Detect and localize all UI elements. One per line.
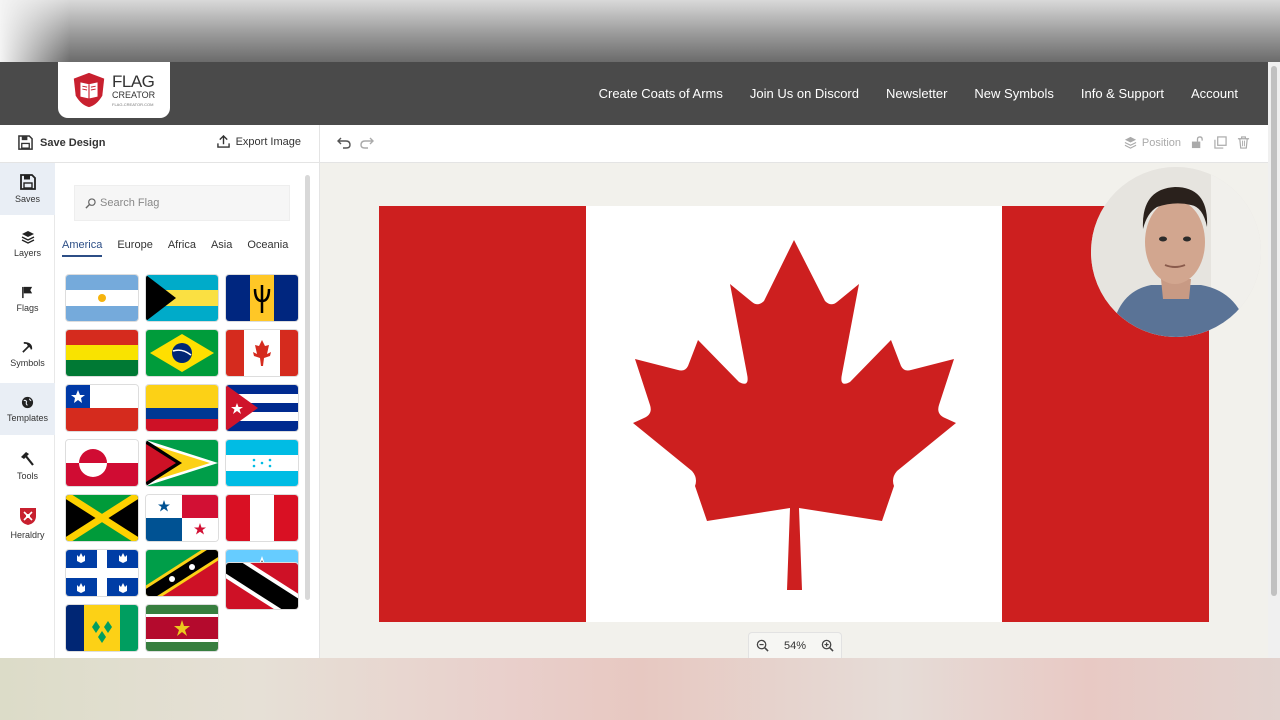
nav-new-symbols[interactable]: New Symbols — [974, 86, 1053, 101]
search-box — [74, 185, 290, 221]
video-frame-top — [0, 0, 1280, 62]
export-image-button[interactable]: Export Image — [216, 135, 301, 148]
brand-logo[interactable]: FLAG CREATOR FLAG-CREATOR.COM — [58, 62, 170, 118]
position-button[interactable]: Position — [1124, 136, 1181, 149]
tab-oceania[interactable]: Oceania — [247, 239, 288, 257]
globe-icon — [21, 396, 34, 408]
layers-icon — [21, 231, 34, 244]
flag-thumb-honduras[interactable] — [226, 440, 298, 486]
brand-url: FLAG-CREATOR.COM — [112, 102, 154, 107]
zoom-control: 54% — [748, 632, 842, 658]
unlock-icon[interactable] — [1191, 136, 1204, 149]
duplicate-icon[interactable] — [1214, 136, 1227, 149]
tab-asia[interactable]: Asia — [211, 239, 232, 257]
zoom-in-icon — [821, 639, 834, 652]
search-icon — [85, 197, 96, 209]
nav-join-discord[interactable]: Join Us on Discord — [750, 86, 859, 101]
flag-thumb-bahamas[interactable] — [146, 275, 218, 321]
flag-thumb-saint-kitts-and-nevis[interactable] — [146, 550, 218, 596]
webcam-overlay — [1091, 167, 1261, 337]
sidebar-item-saves[interactable]: Saves — [0, 163, 55, 215]
top-navigation: FLAG CREATOR FLAG-CREATOR.COM Create Coa… — [0, 62, 1268, 125]
nav-newsletter[interactable]: Newsletter — [886, 86, 947, 101]
region-tabs: America Europe Africa Asia Oceania — [62, 239, 288, 257]
sidebar-item-heraldry[interactable]: Heraldry — [0, 497, 55, 549]
flag-thumb-colombia[interactable] — [146, 385, 218, 431]
hammer-icon — [20, 452, 34, 466]
sidebar-item-label: Saves — [14, 194, 40, 204]
sidebar-item-tools[interactable]: Tools — [0, 440, 55, 492]
shield-icon — [19, 508, 36, 525]
flag-thumb-canada[interactable] — [226, 330, 298, 376]
panel-scrollbar[interactable] — [305, 175, 310, 600]
upload-icon — [216, 135, 230, 148]
flag-thumb-trinidad-and-tobago[interactable] — [226, 563, 298, 609]
redo-icon[interactable] — [360, 136, 374, 150]
toolbar-right: Position — [1124, 136, 1250, 149]
export-image-label: Export Image — [235, 135, 301, 148]
flag-thumb-greenland[interactable] — [66, 440, 138, 486]
sidebar-item-label: Tools — [16, 471, 38, 481]
flag-icon — [22, 286, 33, 298]
flag-thumb-panama[interactable] — [146, 495, 218, 541]
sidebar-item-layers[interactable]: Layers — [0, 218, 55, 270]
trash-icon[interactable] — [1237, 136, 1250, 149]
page-scrollbar-thumb[interactable] — [1271, 66, 1277, 596]
canada-flag-preview[interactable] — [379, 206, 1209, 622]
tab-europe[interactable]: Europe — [117, 239, 152, 257]
save-design-button[interactable]: Save Design — [18, 135, 105, 150]
flag-thumb-jamaica[interactable] — [66, 495, 138, 541]
toolbar-left: Save Design Export Image — [0, 125, 320, 163]
layers-stack-icon — [1124, 136, 1137, 149]
left-icon-sidebar: Saves Layers Flags Symbols Templates Too… — [0, 163, 55, 658]
book-shield-icon — [73, 72, 105, 108]
tab-africa[interactable]: Africa — [168, 239, 196, 257]
flag-thumb-quebec[interactable] — [66, 550, 138, 596]
nav-info-support[interactable]: Info & Support — [1081, 86, 1164, 101]
flag-thumb-chile[interactable] — [66, 385, 138, 431]
editor-toolbar: Save Design Export Image Position — [0, 125, 1268, 163]
flag-thumb-guyana[interactable] — [146, 440, 218, 486]
sidebar-item-templates[interactable]: Templates — [0, 383, 55, 435]
video-frame-bottom — [0, 658, 1280, 720]
flag-thumb-barbados[interactable] — [226, 275, 298, 321]
sidebar-item-label: Templates — [6, 412, 49, 423]
position-label: Position — [1141, 136, 1181, 149]
sidebar-item-flags[interactable]: Flags — [0, 273, 55, 325]
zoom-out-button[interactable] — [756, 639, 769, 652]
zoom-in-button[interactable] — [821, 639, 834, 652]
flag-thumb-suriname[interactable] — [146, 605, 218, 651]
flag-thumb-brazil[interactable] — [146, 330, 218, 376]
floppy-icon — [18, 135, 33, 150]
nav-account[interactable]: Account — [1191, 86, 1238, 101]
undo-icon[interactable] — [337, 136, 351, 150]
flag-thumb-saint-vincent[interactable] — [66, 605, 138, 651]
zoom-level: 54% — [783, 639, 807, 652]
nav-links: Create Coats of Arms Join Us on Discord … — [599, 62, 1238, 125]
flag-thumb-cuba[interactable] — [226, 385, 298, 431]
nav-create-coats-of-arms[interactable]: Create Coats of Arms — [599, 86, 723, 101]
save-design-label: Save Design — [40, 136, 106, 149]
sidebar-item-label: Symbols — [10, 357, 45, 368]
sidebar-item-label: Heraldry — [10, 530, 45, 540]
left-red-band — [379, 206, 586, 622]
presenter-video-icon — [1091, 167, 1261, 337]
sidebar-item-symbols[interactable]: Symbols — [0, 328, 55, 380]
sidebar-item-label: Layers — [13, 248, 41, 258]
zoom-out-icon — [757, 639, 769, 652]
brand-subname: CREATOR — [112, 90, 156, 100]
brand-name: FLAG — [112, 72, 155, 91]
flag-thumb-peru[interactable] — [226, 495, 298, 541]
page-scrollbar[interactable] — [1268, 62, 1280, 658]
floppy-icon — [19, 174, 36, 190]
flag-library-panel: America Europe Africa Asia Oceania — [55, 163, 320, 658]
flag-creator-app: FLAG CREATOR FLAG-CREATOR.COM Create Coa… — [0, 62, 1268, 658]
hammer-sickle-icon — [22, 341, 33, 353]
tab-america[interactable]: America — [62, 239, 103, 257]
flag-thumb-argentina[interactable] — [66, 275, 138, 321]
sidebar-item-label: Flags — [16, 302, 39, 313]
search-input[interactable] — [100, 197, 280, 209]
flag-thumb-bolivia[interactable] — [66, 330, 138, 376]
